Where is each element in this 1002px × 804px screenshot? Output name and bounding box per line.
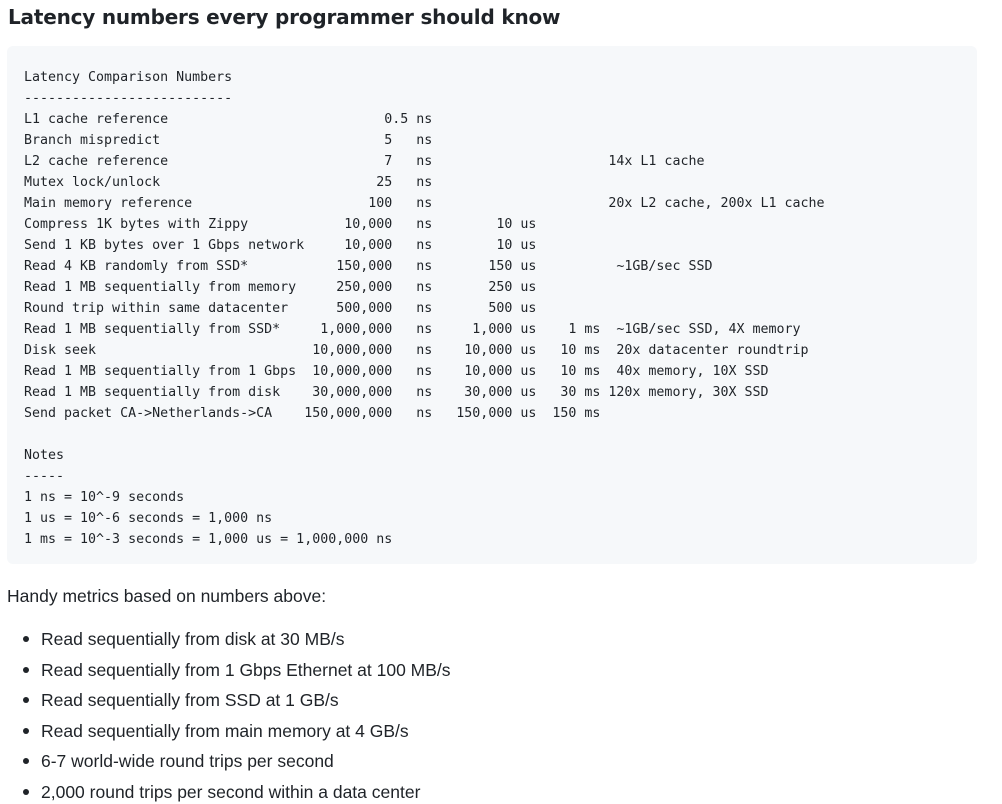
list-item-text: Read sequentially from main memory at 4 …: [41, 720, 409, 741]
document-page: Latency numbers every programmer should …: [0, 0, 1002, 804]
list-item-text: 2,000 round trips per second within a da…: [41, 781, 421, 802]
list-item: Read sequentially from SSD at 1 GB/s: [0, 685, 451, 716]
metrics-list: Read sequentially from disk at 30 MB/s R…: [0, 624, 451, 804]
page-heading: Latency numbers every programmer should …: [8, 5, 561, 29]
code-line: Disk seek 10,000,000 ns 10,000 us 10 ms …: [24, 343, 809, 358]
code-line: Read 1 MB sequentially from 1 Gbps 10,00…: [24, 364, 769, 379]
bullet-icon: [23, 666, 29, 673]
code-line: Read 1 MB sequentially from memory 250,0…: [24, 280, 537, 295]
code-line: Main memory reference 100 ns 20x L2 cach…: [24, 196, 825, 211]
code-line: 1 ms = 10^-3 seconds = 1,000 us = 1,000,…: [24, 532, 393, 547]
code-line: Compress 1K bytes with Zippy 10,000 ns 1…: [24, 217, 537, 232]
code-line: Notes: [24, 448, 65, 463]
list-item-text: 6-7 world-wide round trips per second: [41, 751, 334, 772]
list-item: Read sequentially from 1 Gbps Ethernet a…: [0, 655, 451, 686]
code-line: Branch mispredict 5 ns: [24, 133, 433, 148]
list-item-text: Read sequentially from 1 Gbps Ethernet a…: [41, 659, 451, 680]
list-item: 6-7 world-wide round trips per second: [0, 746, 451, 777]
code-line: Read 4 KB randomly from SSD* 150,000 ns …: [24, 259, 713, 274]
list-item: 2,000 round trips per second within a da…: [0, 777, 451, 804]
code-line: 1 ns = 10^-9 seconds: [24, 490, 185, 505]
code-line: 1 us = 10^-6 seconds = 1,000 ns: [24, 511, 273, 526]
bullet-icon: [23, 636, 29, 642]
bullet-icon: [23, 758, 29, 765]
bullet-icon: [23, 727, 29, 734]
code-line: Latency Comparison Numbers: [24, 70, 233, 85]
latency-table: Latency Comparison Numbers --------------…: [24, 67, 825, 550]
list-item: Read sequentially from disk at 30 MB/s: [0, 624, 451, 655]
list-item: Read sequentially from main memory at 4 …: [0, 716, 451, 747]
bullet-icon: [23, 697, 29, 704]
code-line: Read 1 MB sequentially from disk 30,000,…: [24, 385, 769, 400]
code-line: --------------------------: [24, 91, 233, 106]
code-line: Send packet CA->Netherlands->CA 150,000,…: [24, 406, 601, 421]
metrics-intro: Handy metrics based on numbers above:: [7, 586, 327, 606]
code-line: Round trip within same datacenter 500,00…: [24, 301, 537, 316]
code-line: Mutex lock/unlock 25 ns: [24, 175, 433, 190]
code-line: L1 cache reference 0.5 ns: [24, 112, 433, 127]
code-line: Read 1 MB sequentially from SSD* 1,000,0…: [24, 322, 801, 337]
code-block: Latency Comparison Numbers --------------…: [7, 46, 977, 564]
list-item-text: Read sequentially from disk at 30 MB/s: [41, 629, 345, 649]
code-line: L2 cache reference 7 ns 14x L1 cache: [24, 154, 705, 169]
bullet-icon: [23, 788, 29, 795]
code-line: -----: [24, 469, 65, 484]
code-line: Send 1 KB bytes over 1 Gbps network 10,0…: [24, 238, 537, 253]
list-item-text: Read sequentially from SSD at 1 GB/s: [41, 690, 339, 711]
